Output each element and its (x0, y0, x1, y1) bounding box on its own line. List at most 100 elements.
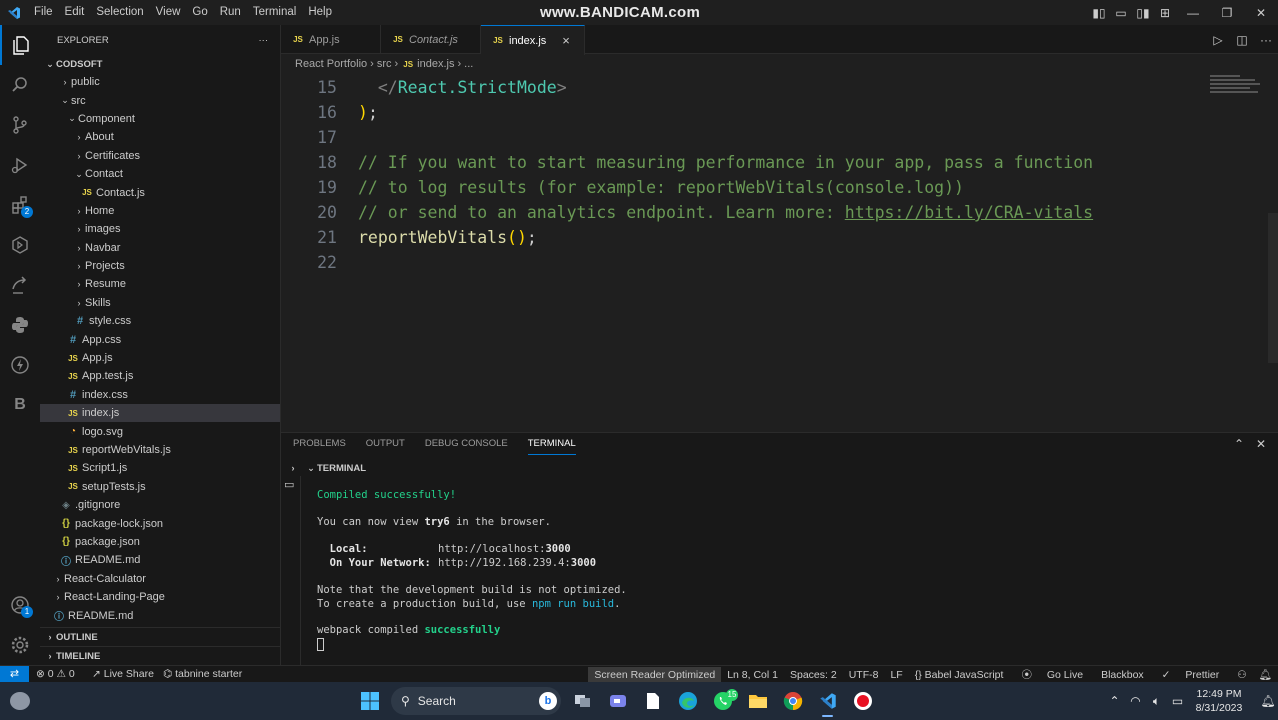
encoding[interactable]: UTF-8 (843, 667, 885, 683)
wifi-icon[interactable]: ◠ (1125, 694, 1146, 708)
file-explorer-icon[interactable] (740, 685, 775, 717)
more-actions-icon[interactable]: ··· (1254, 33, 1278, 47)
problems-status[interactable]: ⊗ 0 ⚠ 0 (36, 666, 75, 683)
workspace-root[interactable]: ⌄ CODSOFT (40, 55, 280, 73)
python-icon[interactable] (0, 305, 40, 345)
live-share-status[interactable]: ↗ Live Share (92, 666, 154, 683)
folder-item[interactable]: › React-Landing-Page (40, 588, 280, 606)
tab-output[interactable]: OUTPUT (366, 433, 405, 455)
maximize-panel-icon[interactable]: ⌃ (1228, 437, 1250, 451)
split-editor-icon[interactable]: ◫ (1230, 33, 1254, 47)
terminal-chat-icon[interactable]: ▭ (284, 478, 294, 491)
cursor-position[interactable]: Ln 8, Col 1 (721, 667, 784, 683)
accounts-status-icon[interactable]: ⚇ (1231, 667, 1252, 683)
explorer-more-actions[interactable]: ··· (259, 35, 269, 46)
indentation[interactable]: Spaces: 2 (784, 667, 843, 683)
editor-tab[interactable]: JS Contact.js (381, 25, 481, 54)
code-editor[interactable]: 15 </React.StrictMode> 16); 17 18// If you … (281, 73, 1278, 430)
file-item[interactable]: # index.css (40, 386, 280, 404)
lightning-icon[interactable] (0, 345, 40, 385)
blackbox-icon[interactable]: B (0, 385, 40, 425)
edge-browser-icon[interactable] (670, 685, 705, 717)
source-control-icon[interactable] (0, 105, 40, 145)
folder-item[interactable]: › About (40, 128, 280, 146)
language-mode[interactable]: {} Babel JavaScript (909, 667, 1010, 683)
screen-reader-status[interactable]: Screen Reader Optimized (588, 666, 722, 683)
outline-section[interactable]: › OUTLINE (40, 627, 281, 646)
breadcrumb-item[interactable]: ... (464, 58, 473, 70)
file-item[interactable]: {} package.json (40, 533, 280, 551)
folder-item[interactable]: › React-Calculator (40, 570, 280, 588)
search-icon[interactable] (0, 65, 40, 105)
file-item[interactable]: ◔ logo.svg (40, 422, 280, 440)
close-window-button[interactable]: ✕ (1244, 0, 1278, 25)
live-share-icon[interactable] (0, 265, 40, 305)
breadcrumb-item[interactable]: React Portfolio (295, 58, 367, 70)
menu-item-terminal[interactable]: Terminal (247, 0, 302, 25)
folder-item[interactable]: › images (40, 220, 280, 238)
menu-item-run[interactable]: Run (214, 0, 247, 25)
teams-chat-icon[interactable] (600, 685, 635, 717)
maximize-button[interactable]: ❐ (1210, 0, 1244, 25)
folder-item[interactable]: › Resume (40, 275, 280, 293)
folder-item[interactable]: ⌄ Contact (40, 165, 280, 183)
minimize-button[interactable]: — (1176, 0, 1210, 25)
close-tab-icon[interactable]: × (562, 33, 570, 48)
file-item[interactable]: ⓘ README.md (40, 606, 280, 624)
chrome-icon[interactable] (775, 685, 810, 717)
editor-tab[interactable]: JS App.js (281, 25, 381, 54)
minimap[interactable] (1210, 73, 1270, 113)
code-link[interactable]: https://bit.ly/CRA-vitals (845, 203, 1093, 222)
editor-tab[interactable]: JS index.js × (481, 25, 585, 55)
file-icon[interactable] (635, 685, 670, 717)
file-item[interactable]: JS setupTests.js (40, 478, 280, 496)
file-item[interactable]: # style.css (40, 312, 280, 330)
notifications-icon[interactable]: 🔔︎ (1253, 667, 1278, 683)
toggle-panel-icon[interactable]: ▭ (1110, 0, 1132, 25)
notification-bell-icon[interactable]: 🔔︎ (1258, 694, 1278, 708)
menu-item-file[interactable]: File (28, 0, 59, 25)
breadcrumb-item[interactable]: src (377, 58, 392, 70)
file-item[interactable]: # App.css (40, 330, 280, 348)
file-item[interactable]: JS App.js (40, 349, 280, 367)
tab-problems[interactable]: PROBLEMS (293, 433, 346, 455)
close-panel-icon[interactable]: ✕ (1250, 437, 1272, 451)
file-item[interactable]: {} package-lock.json (40, 514, 280, 532)
start-menu-icon[interactable] (352, 685, 387, 717)
folder-item[interactable]: › public (40, 73, 280, 91)
tab-terminal[interactable]: TERMINAL (527, 433, 576, 455)
run-file-icon[interactable]: ▷ (1206, 33, 1230, 47)
menu-item-go[interactable]: Go (186, 0, 213, 25)
extensions-icon[interactable]: 2 (0, 185, 40, 225)
folder-item[interactable]: › Certificates (40, 147, 280, 165)
task-view-icon[interactable] (565, 685, 600, 717)
file-item[interactable]: JS App.test.js (40, 367, 280, 385)
file-item[interactable]: JS index.js (40, 404, 280, 423)
editor-scrollbar[interactable] (1268, 213, 1278, 363)
whatsapp-icon[interactable]: 15 (705, 685, 740, 717)
show-hidden-icons-icon[interactable]: ⌃ (1104, 694, 1125, 708)
menu-item-view[interactable]: View (150, 0, 187, 25)
terminal-header[interactable]: › ⌄ TERMINAL (281, 460, 1278, 476)
taskbar-search[interactable]: ⚲ Search b (391, 687, 561, 715)
timeline-section[interactable]: › TIMELINE (40, 646, 281, 665)
blackbox-status[interactable]: Blackbox (1095, 667, 1150, 683)
weather-icon[interactable] (10, 692, 30, 710)
menu-item-edit[interactable]: Edit (59, 0, 91, 25)
go-live-button[interactable]: ⦿ Go Live (1009, 667, 1095, 683)
customize-layout-icon[interactable]: ⊞ (1154, 0, 1176, 25)
folder-item[interactable]: › Skills (40, 294, 280, 312)
menu-item-selection[interactable]: Selection (90, 0, 149, 25)
breadcrumb-item[interactable]: index.js (417, 58, 454, 70)
toggle-secondary-sidebar-icon[interactable]: ▯▮ (1132, 0, 1154, 25)
folder-item[interactable]: ⌄ src (40, 91, 280, 109)
prettier-status[interactable]: ✓ Prettier (1150, 667, 1232, 683)
file-item[interactable]: JS reportWebVitals.js (40, 441, 280, 459)
accounts-icon[interactable]: 1 (0, 585, 40, 625)
tabnine-status[interactable]: ⌬ tabnine starter (163, 666, 242, 683)
tab-debug-console[interactable]: DEBUG CONSOLE (425, 433, 508, 455)
explorer-icon[interactable] (0, 25, 40, 65)
clock[interactable]: 12:49 PM 8/31/2023 (1188, 687, 1250, 715)
menu-item-help[interactable]: Help (302, 0, 338, 25)
folder-item[interactable]: ⌄ Component (40, 110, 280, 128)
